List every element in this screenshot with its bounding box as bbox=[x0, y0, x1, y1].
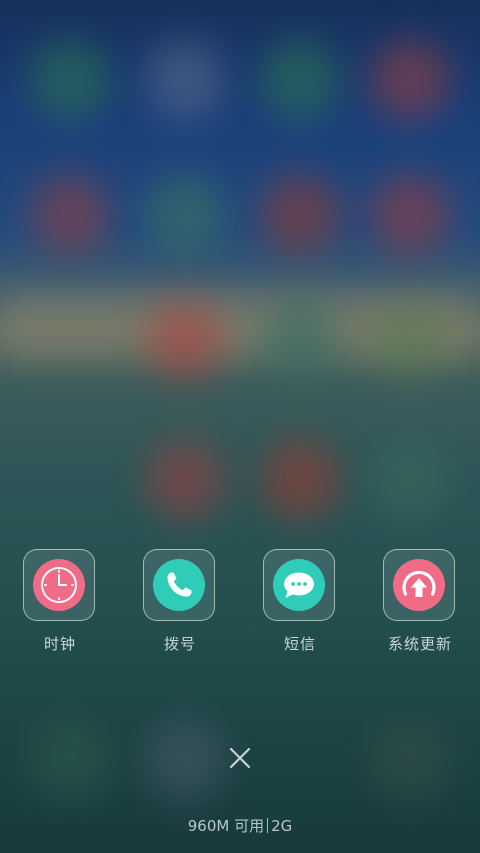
app-label: 拨号 bbox=[163, 635, 196, 653]
system-update-icon bbox=[393, 559, 445, 611]
app-messages[interactable]: 短信 bbox=[240, 549, 360, 659]
memory-available: 960M 可用 bbox=[187, 817, 265, 835]
app-dialer[interactable]: 拨号 bbox=[120, 549, 240, 659]
clock-icon bbox=[33, 559, 85, 611]
recent-apps-dock: 时钟 拨号 短信 系统更新 bbox=[0, 549, 480, 659]
app-tile[interactable] bbox=[143, 549, 215, 621]
app-label: 系统更新 bbox=[387, 635, 452, 653]
message-icon bbox=[273, 559, 325, 611]
close-icon bbox=[229, 747, 251, 769]
app-tile[interactable] bbox=[263, 549, 335, 621]
memory-divider bbox=[267, 818, 269, 833]
memory-status: 960M 可用 2G bbox=[0, 815, 480, 836]
app-label: 短信 bbox=[283, 635, 316, 653]
app-tile[interactable] bbox=[23, 549, 95, 621]
recents-screen: 时钟 拨号 短信 系统更新 960M 可用 2G bbox=[0, 0, 480, 853]
app-clock[interactable]: 时钟 bbox=[0, 549, 120, 659]
clear-all-button[interactable] bbox=[220, 738, 260, 778]
memory-total: 2G bbox=[271, 817, 293, 835]
phone-icon bbox=[153, 559, 205, 611]
app-system-update[interactable]: 系统更新 bbox=[360, 549, 480, 659]
app-tile[interactable] bbox=[383, 549, 455, 621]
app-label: 时钟 bbox=[43, 635, 76, 653]
